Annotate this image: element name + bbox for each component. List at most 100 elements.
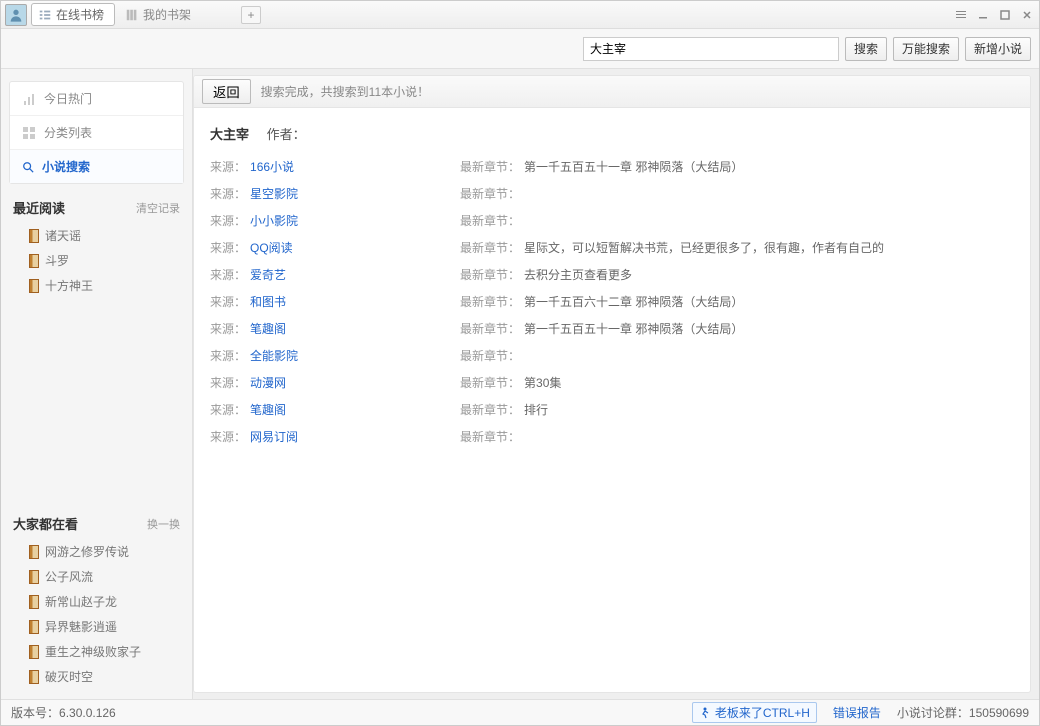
- close-icon[interactable]: [1019, 7, 1035, 23]
- back-button[interactable]: 返回: [202, 79, 251, 104]
- boss-key-button[interactable]: 老板来了CTRL+H: [692, 702, 817, 723]
- source-name: 全能影院: [250, 347, 298, 364]
- list-item[interactable]: 新常山赵子龙: [13, 589, 180, 614]
- source-row[interactable]: 来源：166小说最新章节：第一千五百五十一章 邪神陨落（大结局）: [210, 153, 1014, 180]
- chapter-text: 排行: [524, 401, 548, 418]
- sidebar-nav-box: 今日热门 分类列表 小说搜索: [9, 81, 184, 184]
- grid-icon: [22, 126, 36, 140]
- tab-online-ranking[interactable]: 在线书榜: [31, 3, 115, 26]
- titlebar: 在线书榜 我的书架 +: [1, 1, 1039, 29]
- list-item[interactable]: 斗罗: [13, 248, 180, 273]
- source-label: 来源：: [210, 266, 246, 283]
- source-label: 来源：: [210, 158, 246, 175]
- source-label: 来源：: [210, 374, 246, 391]
- list-item[interactable]: 异界魅影逍遥: [13, 614, 180, 639]
- tab-label: 在线书榜: [56, 6, 104, 23]
- source-name: 笔趣阁: [250, 401, 286, 418]
- chapter-label: 最新章节：: [460, 347, 520, 364]
- source-row[interactable]: 来源：笔趣阁最新章节：排行: [210, 396, 1014, 423]
- search-button[interactable]: 搜索: [845, 37, 887, 61]
- list-item[interactable]: 公子风流: [13, 564, 180, 589]
- chapter-text: 第一千五百六十二章 邪神陨落（大结局）: [524, 293, 743, 310]
- chapter-text: 第一千五百五十一章 邪神陨落（大结局）: [524, 320, 743, 337]
- menu-icon[interactable]: [953, 7, 969, 23]
- list-item[interactable]: 重生之神级败家子: [13, 639, 180, 664]
- source-label: 来源：: [210, 185, 246, 202]
- sidebar-item-label: 今日热门: [44, 90, 92, 107]
- results-body: 大主宰 作者： 来源：166小说最新章节：第一千五百五十一章 邪神陨落（大结局）…: [194, 108, 1030, 462]
- source-label: 来源：: [210, 320, 246, 337]
- main-area: 今日热门 分类列表 小说搜索 最近阅读 清空记录 诸天谣 斗罗 十方神王: [1, 69, 1039, 699]
- source-name: 和图书: [250, 293, 286, 310]
- author-label: 作者：: [267, 127, 306, 142]
- search-input[interactable]: [583, 37, 839, 61]
- source-row[interactable]: 来源：笔趣阁最新章节：第一千五百五十一章 邪神陨落（大结局）: [210, 315, 1014, 342]
- search-bar: 搜索 万能搜索 新增小说: [1, 29, 1039, 69]
- source-name: 网易订阅: [250, 428, 298, 445]
- popular-list: 网游之修罗传说 公子风流 新常山赵子龙 异界魅影逍遥 重生之神级败家子 破灭时空: [1, 539, 192, 699]
- list-item[interactable]: 网游之修罗传说: [13, 539, 180, 564]
- sidebar-item-category[interactable]: 分类列表: [10, 116, 183, 150]
- list-item[interactable]: 破灭时空: [13, 664, 180, 689]
- sidebar-item-search[interactable]: 小说搜索: [10, 150, 183, 183]
- tab-bookshelf[interactable]: 我的书架: [119, 4, 201, 25]
- source-name: 小小影院: [250, 212, 298, 229]
- chapter-label: 最新章节：: [460, 428, 520, 445]
- new-tab-button[interactable]: +: [241, 6, 261, 24]
- source-row[interactable]: 来源：爱奇艺最新章节：去积分主页查看更多: [210, 261, 1014, 288]
- book-icon: [29, 279, 39, 293]
- sidebar-item-label: 小说搜索: [42, 158, 90, 175]
- results-header: 返回 搜索完成，共搜索到11本小说！: [194, 76, 1030, 108]
- book-title-row: 大主宰 作者：: [210, 120, 1014, 153]
- source-row[interactable]: 来源：全能影院最新章节：: [210, 342, 1014, 369]
- sidebar: 今日热门 分类列表 小说搜索 最近阅读 清空记录 诸天谣 斗罗 十方神王: [1, 69, 193, 699]
- search-icon: [22, 161, 34, 173]
- version-label: 版本号：6.30.0.126: [11, 704, 116, 721]
- statusbar: 版本号：6.30.0.126 老板来了CTRL+H 错误报告 小说讨论群：150…: [1, 699, 1039, 725]
- recent-read-header: 最近阅读 清空记录: [1, 188, 192, 223]
- source-row[interactable]: 来源：和图书最新章节：第一千五百六十二章 邪神陨落（大结局）: [210, 288, 1014, 315]
- source-name: 动漫网: [250, 374, 286, 391]
- chapter-label: 最新章节：: [460, 185, 520, 202]
- universal-search-button[interactable]: 万能搜索: [893, 37, 959, 61]
- discussion-group: 小说讨论群：150590699: [897, 704, 1029, 721]
- add-novel-button[interactable]: 新增小说: [965, 37, 1031, 61]
- source-label: 来源：: [210, 428, 246, 445]
- source-row[interactable]: 来源：星空影院 最新章节：: [210, 180, 1014, 207]
- clear-history-link[interactable]: 清空记录: [136, 200, 180, 216]
- minimize-icon[interactable]: [975, 7, 991, 23]
- source-label: 来源：: [210, 239, 246, 256]
- source-label: 来源：: [210, 401, 246, 418]
- chapter-text: 第一千五百五十一章 邪神陨落（大结局）: [524, 158, 743, 175]
- chapter-label: 最新章节：: [460, 239, 520, 256]
- avatar[interactable]: [5, 4, 27, 26]
- source-name: QQ阅读: [250, 239, 293, 256]
- source-name: 星空影院: [250, 185, 298, 202]
- list-item[interactable]: 十方神王: [13, 273, 180, 298]
- source-row[interactable]: 来源：动漫网最新章节：第30集: [210, 369, 1014, 396]
- refresh-link[interactable]: 换一换: [147, 516, 180, 532]
- chapter-label: 最新章节：: [460, 293, 520, 310]
- source-row[interactable]: 来源：QQ阅读最新章节：星际文，可以短暂解决书荒，已经更很多了，很有趣，作者有自…: [210, 234, 1014, 261]
- bars-icon: [22, 92, 36, 106]
- source-name: 笔趣阁: [250, 320, 286, 337]
- window-controls: [953, 7, 1035, 23]
- list-icon: [38, 8, 52, 22]
- chapter-text: 去积分主页查看更多: [524, 266, 632, 283]
- recent-read-list: 诸天谣 斗罗 十方神王: [1, 223, 192, 308]
- source-label: 来源：: [210, 212, 246, 229]
- source-row[interactable]: 来源：网易订阅 最新章节：: [210, 423, 1014, 450]
- tab-label: 我的书架: [143, 6, 191, 23]
- error-report-link[interactable]: 错误报告: [833, 704, 881, 721]
- chapter-label: 最新章节：: [460, 212, 520, 229]
- book-icon: [29, 595, 39, 609]
- popular-header: 大家都在看 换一换: [1, 504, 192, 539]
- source-row[interactable]: 来源：小小影院 最新章节：: [210, 207, 1014, 234]
- maximize-icon[interactable]: [997, 7, 1013, 23]
- book-icon: [29, 620, 39, 634]
- sidebar-item-hot-today[interactable]: 今日热门: [10, 82, 183, 116]
- book-icon: [29, 570, 39, 584]
- list-item[interactable]: 诸天谣: [13, 223, 180, 248]
- results-panel: 返回 搜索完成，共搜索到11本小说！ 大主宰 作者： 来源：166小说最新章节：…: [193, 75, 1031, 693]
- books-icon: [125, 8, 139, 22]
